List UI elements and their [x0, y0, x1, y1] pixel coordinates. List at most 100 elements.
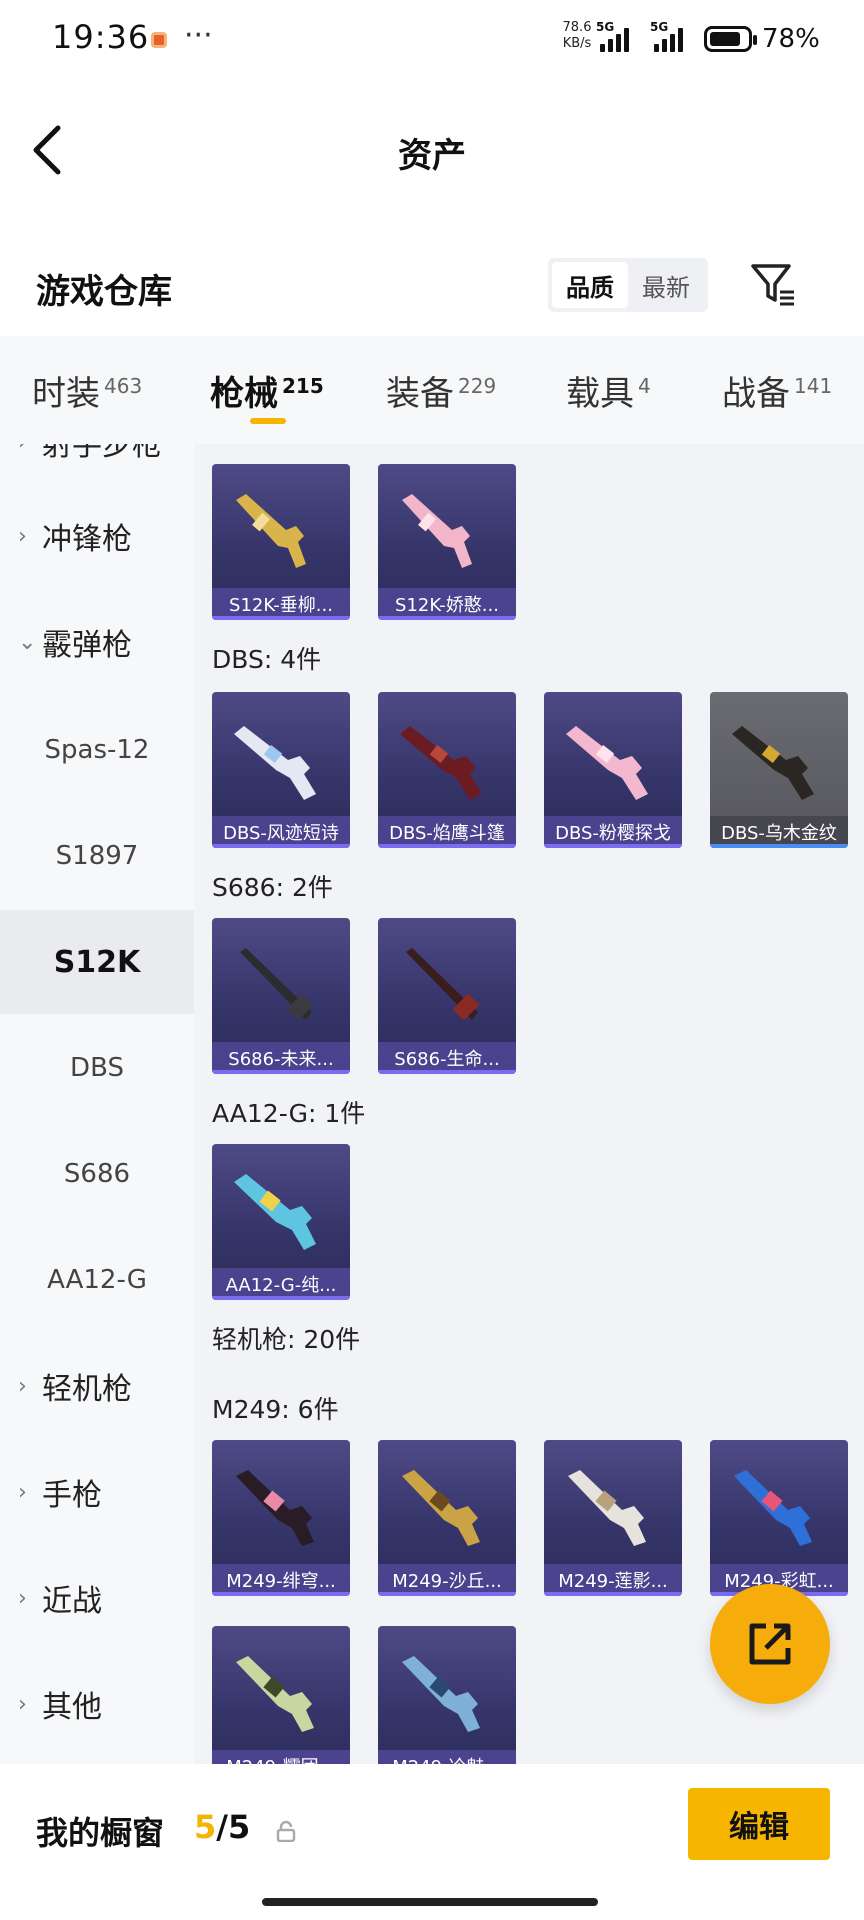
edit-button[interactable]: 编辑	[688, 1788, 830, 1860]
battery-percent: 78%	[762, 24, 820, 54]
tab-label: 载具	[566, 374, 634, 414]
status-bar: 19:36 ··· 78.6 KB/s 5G 5G 78%	[0, 0, 864, 80]
sort-toggle: 品质 最新	[548, 258, 708, 312]
skin-name: M249-冷魅...	[378, 1750, 516, 1764]
lmg-skin-icon	[402, 1656, 480, 1732]
showcase-current: 5	[194, 1808, 217, 1846]
skin-card-dbs-2[interactable]: DBS-焰鹰斗篷	[378, 692, 516, 848]
tab-label: 装备	[386, 374, 454, 414]
chevron-right-icon: ›	[18, 1585, 27, 1611]
sidebar-item-shotgun[interactable]: ⌄ 霰弹枪	[0, 590, 194, 694]
tab-label: 战备	[722, 374, 790, 414]
sidebar-item-label: 手枪	[42, 1478, 102, 1513]
lmg-skin-icon	[402, 1470, 480, 1546]
sidebar-sub-spas12[interactable]: Spas-12	[0, 698, 194, 802]
sidebar-sub-s1897[interactable]: S1897	[0, 804, 194, 908]
signal-icon-2: 5G	[650, 20, 692, 56]
tab-label: 枪械	[210, 374, 278, 414]
group-label-m249: M249: 6件	[212, 1395, 339, 1424]
share-external-icon	[749, 1623, 791, 1665]
tab-vehicles[interactable]: 载具 4	[566, 366, 651, 415]
sort-option-newest[interactable]: 最新	[628, 262, 704, 308]
tab-count: 463	[104, 373, 143, 398]
chevron-right-icon: ›	[18, 1691, 27, 1717]
skin-card-m249-4[interactable]: M249-彩虹...	[710, 1440, 848, 1596]
chevron-right-icon: ›	[18, 1373, 27, 1399]
skin-card-m249-6[interactable]: M249-冷魅...	[378, 1626, 516, 1764]
shotgun-skin-icon	[400, 726, 482, 800]
shotgun-skin-icon	[240, 948, 314, 1021]
skin-card-m249-5[interactable]: M249-糯团...	[212, 1626, 350, 1764]
sidebar-item-melee[interactable]: › 近战	[0, 1546, 194, 1650]
skin-card-m249-3[interactable]: M249-莲影...	[544, 1440, 682, 1596]
showcase-bar: 我的橱窗 5/5 编辑	[0, 1764, 864, 1920]
skin-card-s686-1[interactable]: S686-未来...	[212, 918, 350, 1074]
tab-count: 215	[282, 373, 324, 398]
tab-equipment[interactable]: 装备 229	[386, 366, 496, 415]
sidebar-item-label: 轻机枪	[42, 1372, 132, 1407]
lmg-skin-icon	[734, 1470, 812, 1546]
battery-icon	[704, 26, 757, 52]
sidebar-item-label: 近战	[42, 1584, 102, 1619]
skin-card-dbs-1[interactable]: DBS-风迹短诗	[212, 692, 350, 848]
lmg-skin-icon	[236, 1656, 314, 1732]
weapon-category-sidebar: › 射手步枪 › 冲锋枪 ⌄ 霰弹枪 Spas-12 S1897 S12K DB…	[0, 444, 194, 1764]
showcase-count: 5/5	[194, 1808, 250, 1846]
warehouse-title: 游戏仓库	[36, 272, 172, 312]
chevron-right-icon: ›	[18, 523, 27, 549]
weapon-skin-grid: S12K-垂柳... S12K-娇憨... DBS: 4件 DBS-风迹短诗 D…	[194, 444, 864, 1764]
sidebar-sub-s686[interactable]: S686	[0, 1122, 194, 1226]
showcase-total: 5	[227, 1808, 251, 1846]
tab-combat-supplies[interactable]: 战备 141	[722, 366, 832, 415]
tab-firearms[interactable]: 枪械 215	[210, 366, 324, 415]
page-title: 资产	[398, 136, 466, 176]
chevron-down-icon: ⌄	[18, 629, 37, 655]
showcase-separator: /	[216, 1808, 228, 1846]
rifle-skin-icon	[402, 494, 472, 568]
sidebar-item-label: 霰弹枪	[42, 628, 132, 663]
tab-count: 229	[458, 373, 497, 398]
skin-card-dbs-4[interactable]: DBS-乌木金纹	[710, 692, 848, 848]
shotgun-skin-icon	[566, 726, 648, 800]
lock-icon	[276, 1820, 296, 1842]
sidebar-item-label: 射手步枪	[42, 444, 162, 463]
signal-icon-1: 5G	[596, 20, 638, 56]
notification-app-icon	[151, 32, 167, 48]
skin-card-dbs-3[interactable]: DBS-粉樱探戈	[544, 692, 682, 848]
chevron-right-icon: ›	[18, 444, 42, 455]
network-speed-unit: KB/s	[562, 36, 592, 51]
shotgun-skin-icon	[234, 726, 316, 800]
sidebar-item-other[interactable]: › 其他	[0, 1652, 194, 1756]
sidebar-sub-dbs[interactable]: DBS	[0, 1016, 194, 1120]
sidebar-item-pistol[interactable]: › 手枪	[0, 1440, 194, 1544]
skin-name: M249-糯团...	[212, 1750, 350, 1764]
lmg-skin-icon	[236, 1470, 314, 1546]
sidebar-item-label: 冲锋枪	[42, 522, 132, 557]
group-label-dbs: DBS: 4件	[212, 645, 322, 674]
shotgun-skin-icon	[732, 726, 814, 800]
skin-card-s686-2[interactable]: S686-生命...	[378, 918, 516, 1074]
skin-card-m249-1[interactable]: M249-绯穹...	[212, 1440, 350, 1596]
sidebar-sub-s12k[interactable]: S12K	[0, 910, 194, 1014]
sort-option-quality[interactable]: 品质	[552, 262, 628, 308]
shotgun-skin-icon	[406, 948, 480, 1021]
sidebar-item-lmg[interactable]: › 轻机枪	[0, 1334, 194, 1438]
network-speed: 78.6 KB/s	[559, 20, 595, 52]
skin-card-m249-2[interactable]: M249-沙丘...	[378, 1440, 516, 1596]
filter-button[interactable]	[750, 262, 798, 308]
tab-fashion[interactable]: 时装 463	[32, 366, 142, 415]
shotgun-skin-icon	[234, 1174, 316, 1250]
skin-card-s12k-1[interactable]: S12K-垂柳...	[212, 464, 350, 620]
skin-card-s12k-2[interactable]: S12K-娇憨...	[378, 464, 516, 620]
network-speed-value: 78.6	[562, 20, 592, 35]
status-time: 19:36	[52, 18, 150, 56]
home-indicator	[262, 1898, 598, 1906]
sidebar-sub-aa12g[interactable]: AA12-G	[0, 1228, 194, 1332]
share-fab[interactable]	[710, 1584, 830, 1704]
sidebar-item-smg[interactable]: › 冲锋枪	[0, 484, 194, 588]
skin-card-aa12g-1[interactable]: AA12-G-纯...	[212, 1144, 350, 1300]
group-label-s686: S686: 2件	[212, 873, 333, 902]
showcase-label: 我的橱窗	[36, 1814, 165, 1852]
tab-count: 4	[638, 373, 651, 398]
tab-count: 141	[794, 373, 833, 398]
